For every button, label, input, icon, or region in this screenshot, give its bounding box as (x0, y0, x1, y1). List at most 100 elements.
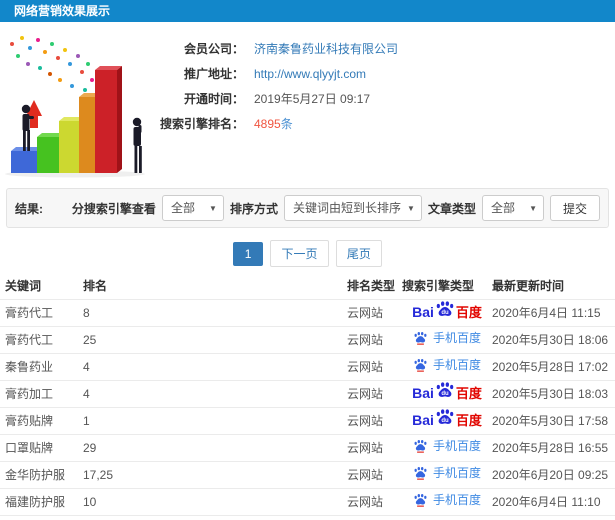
table-row: 膏药贴牌 1 云网站 Bai du 百度 2020年5月30日 17:58 (0, 406, 615, 434)
baidu-du-text: du (441, 310, 449, 316)
rank-type-cell: 云网站 (347, 379, 402, 407)
article-type-select[interactable]: 全部 ▼ (481, 195, 544, 221)
rank-cell[interactable]: 25 (83, 325, 347, 353)
baidu-mobile-text: 手机百度 (432, 493, 481, 507)
open-time-value: 2019年5月27日 09:17 (254, 92, 371, 106)
baidu-bai-text: Bai (412, 385, 434, 401)
chevron-down-icon: ▼ (529, 204, 537, 213)
baidu-mobile-paw-icon (414, 359, 427, 372)
filter-controls: 分搜索引擎查看 全部 ▼ 排序方式 关键词由短到长排序 ▼ 文章类型 全部 ▼ … (72, 195, 600, 221)
table-row: 膏药代工 8 云网站 Bai du 百度 2020年6月4日 11:15 (0, 298, 615, 326)
table-row: 膏药加工 4 云网站 Bai du 百度 2020年5月30日 18:03 (0, 379, 615, 407)
header-rank-type: 排名类型 (347, 278, 396, 293)
info-row-url: 推广地址： http://www.qlyyjt.com (160, 61, 615, 86)
updated-cell: 2020年6月4日 11:15 (492, 298, 615, 326)
rank-type-cell: 云网站 (347, 487, 402, 515)
rank-cell[interactable]: 4 (83, 352, 347, 380)
keyword-cell: 口罩贴牌 (0, 433, 83, 461)
company-label: 会员公司： (183, 42, 244, 56)
engine-cell: Bai du 百度 (402, 298, 492, 326)
marketing-illustration (0, 30, 160, 180)
updated-cell: 2020年6月20日 09:25 (492, 460, 615, 488)
table-row: 金华防护服 17,25 云网站 手机百度 2020年6月20日 09:25 (0, 460, 615, 488)
engine-cell: Bai du 百度 (402, 406, 492, 434)
baidu-mobile-logo: 手机百度 (413, 466, 481, 480)
rank-cell[interactable]: 10 (83, 487, 347, 515)
baidu-logo: Bai du 百度 (412, 300, 482, 320)
promo-url-link[interactable]: http://www.qlyyjt.com (254, 67, 366, 81)
baidu-mobile-paw-icon (414, 332, 427, 345)
rank-type-cell: 云网站 (347, 406, 402, 434)
baidu-mobile-paw-icon (414, 440, 427, 453)
keyword-cell: 秦鲁药业 (0, 352, 83, 380)
table-row-partial: 手机百度 (0, 514, 615, 520)
rank-cell[interactable]: 4 (83, 379, 347, 407)
rank-cell[interactable]: 17,25 (83, 460, 347, 488)
pagination-last-button[interactable]: 尾页 (335, 240, 382, 267)
baidu-mobile-logo: 手机百度 (413, 439, 481, 453)
baidu-mobile-text: 手机百度 (432, 466, 481, 480)
keyword-cell: 福建防护服 (0, 487, 83, 515)
promo-url-label: 推广地址： (183, 67, 244, 81)
rank-type-cell: 云网站 (347, 460, 402, 488)
table-row: 膏药代工 25 云网站 手机百度 2020年5月30日 18:06 (0, 325, 615, 353)
info-row-rank-count: 搜索引擎排名： 4895条 (160, 111, 615, 136)
baidu-du-text: du (441, 418, 449, 424)
baidu-paw-icon: du (436, 300, 454, 316)
keyword-cell: 金华防护服 (0, 460, 83, 488)
rank-cell[interactable]: 29 (83, 433, 347, 461)
sort-filter-label: 排序方式 (229, 201, 278, 216)
pagination: 1 下一页 尾页 (0, 228, 615, 272)
engine-filter-value: 全部 (170, 201, 195, 215)
article-type-label: 文章类型 (427, 201, 476, 216)
sort-filter-value: 关键词由短到长排序 (292, 201, 401, 215)
rank-cell[interactable] (83, 514, 347, 520)
rank-type-cell: 云网站 (347, 298, 402, 326)
submit-button[interactable]: 提交 (549, 195, 600, 221)
baidu-cn-text: 百度 (455, 304, 482, 320)
header-rank: 排名 (83, 278, 108, 293)
header-updated: 最新更新时间 (492, 278, 565, 293)
keyword-ranking-table: 关键词 排名 排名类型 搜索引擎类型 最新更新时间 膏药代工 8 云网站 Bai du… (0, 272, 615, 520)
baidu-du-text: du (441, 391, 449, 397)
baidu-mobile-paw-icon (414, 467, 427, 480)
engine-filter-label: 分搜索引擎查看 (71, 201, 156, 216)
baidu-mobile-logo: 手机百度 (413, 493, 481, 507)
baidu-mobile-text: 手机百度 (432, 439, 481, 453)
pagination-next-button[interactable]: 下一页 (270, 240, 329, 267)
results-section-label: 结果: (15, 201, 43, 216)
table-header-row: 关键词 排名 排名类型 搜索引擎类型 最新更新时间 (0, 272, 615, 299)
keyword-cell: 膏药代工 (0, 325, 83, 353)
rank-cell[interactable]: 1 (83, 406, 347, 434)
updated-cell: 2020年5月30日 17:58 (492, 406, 615, 434)
pagination-page-1[interactable]: 1 (233, 242, 264, 266)
updated-cell: 2020年5月28日 17:02 (492, 352, 615, 380)
keyword-cell: 膏药加工 (0, 379, 83, 407)
engine-cell: 手机百度 (402, 460, 492, 488)
results-table-body: 膏药代工 8 云网站 Bai du 百度 2020年6月4日 11:15 膏药代工 25 云网… (0, 298, 615, 520)
info-row-open-time: 开通时间： 2019年5月27日 09:17 (160, 86, 615, 111)
rank-cell[interactable]: 8 (83, 298, 347, 326)
rank-type-cell (347, 514, 402, 520)
sort-filter-select[interactable]: 关键词由短到长排序 ▼ (283, 195, 422, 221)
baidu-cn-text: 百度 (455, 412, 482, 428)
updated-cell: 2020年5月30日 18:03 (492, 379, 615, 407)
baidu-mobile-logo: 手机百度 (413, 358, 481, 372)
keyword-cell: 膏药贴牌 (0, 406, 83, 434)
updated-cell (492, 514, 615, 520)
keyword-cell (0, 514, 83, 520)
baidu-mobile-text: 手机百度 (432, 358, 481, 372)
company-name-link[interactable]: 济南秦鲁药业科技有限公司 (254, 40, 398, 57)
company-info-list: 会员公司： 济南秦鲁药业科技有限公司 推广地址： http://www.qlyy… (160, 30, 615, 180)
table-row: 口罩贴牌 29 云网站 手机百度 2020年5月28日 16:55 (0, 433, 615, 461)
baidu-paw-icon: du (436, 408, 454, 424)
baidu-paw-icon: du (436, 381, 454, 397)
baidu-logo: Bai du 百度 (412, 408, 482, 428)
engine-filter-select[interactable]: 全部 ▼ (161, 195, 224, 221)
engine-cell: 手机百度 (402, 487, 492, 515)
baidu-logo: Bai du 百度 (412, 381, 482, 401)
open-time-label: 开通时间： (183, 92, 244, 106)
engine-cell: 手机百度 (402, 352, 492, 380)
chevron-down-icon: ▼ (407, 204, 415, 213)
info-section: 会员公司： 济南秦鲁药业科技有限公司 推广地址： http://www.qlyy… (0, 30, 615, 180)
